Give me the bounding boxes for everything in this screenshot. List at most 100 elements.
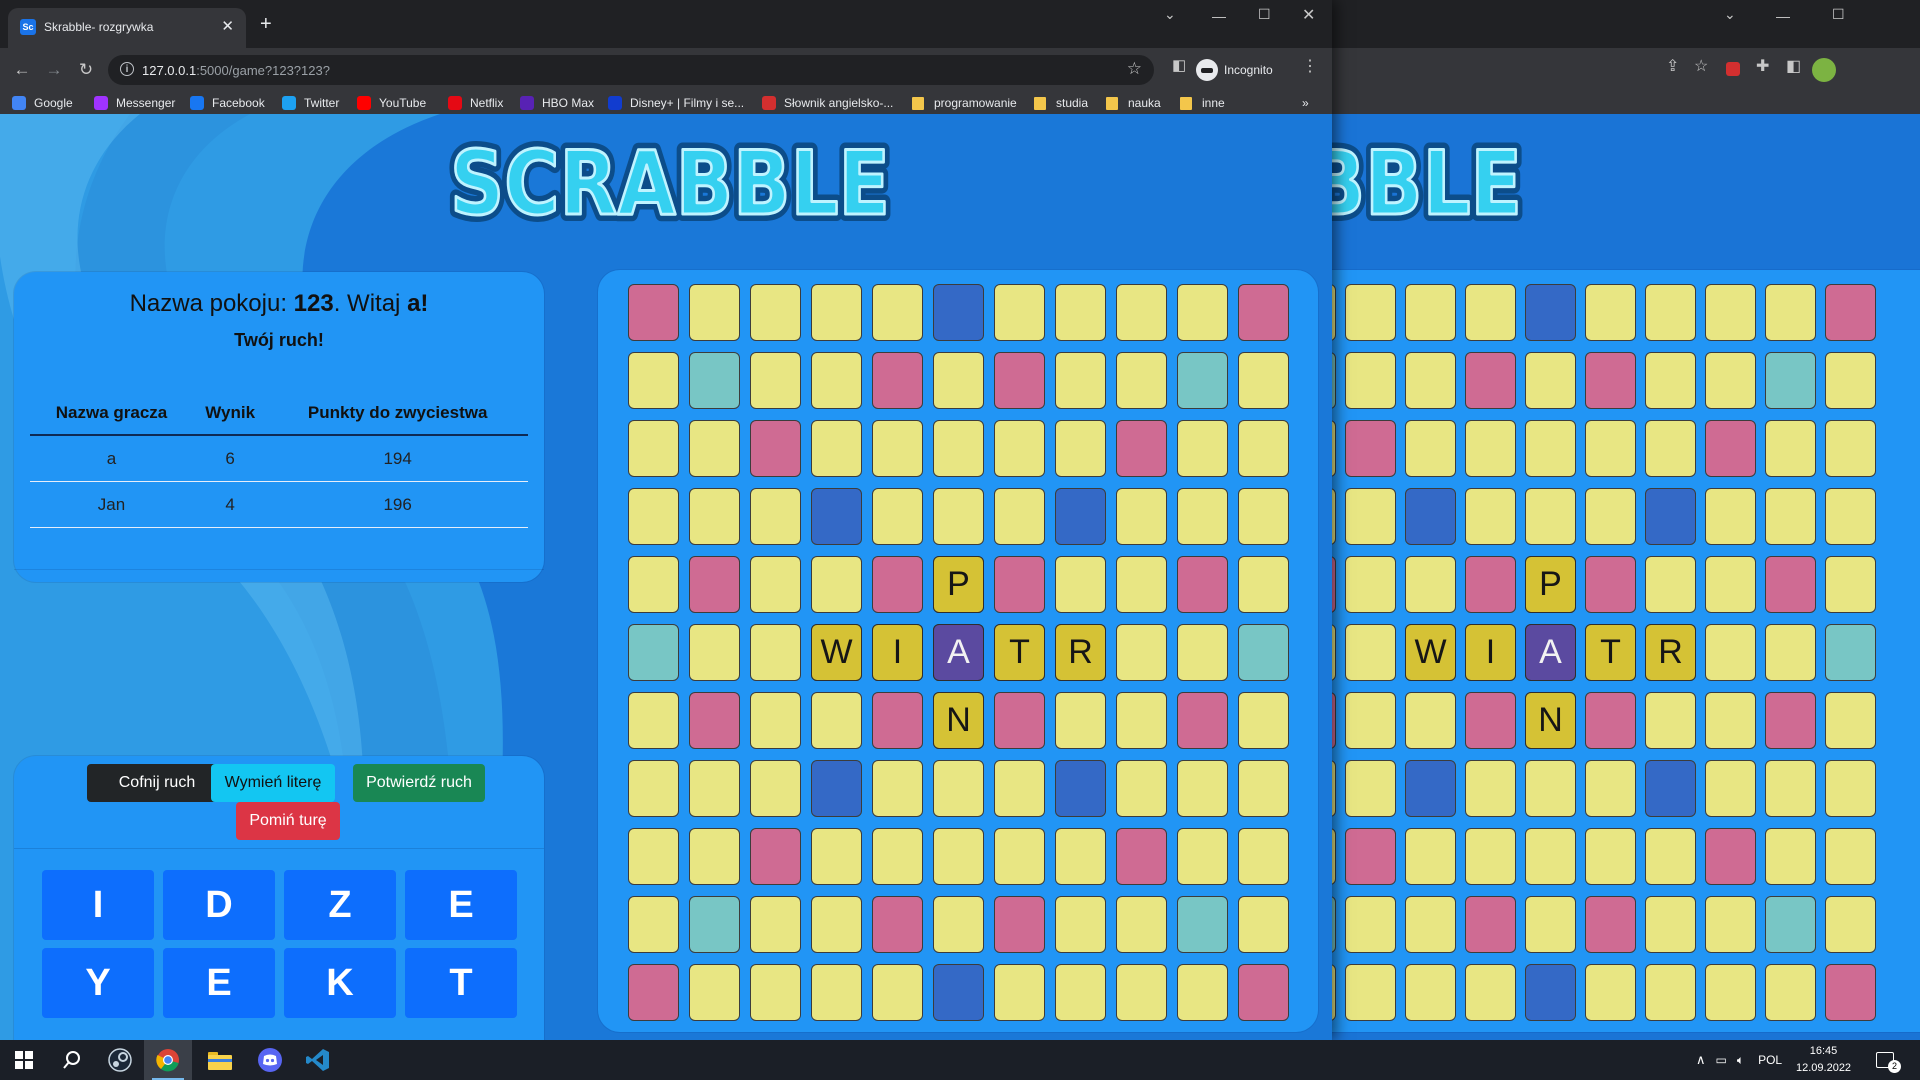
board-cell[interactable]	[1405, 692, 1456, 749]
board-cell[interactable]	[1177, 692, 1228, 749]
incognito-indicator[interactable]: Incognito	[1196, 56, 1273, 84]
board-cell[interactable]	[689, 556, 740, 613]
board-cell[interactable]	[1525, 828, 1576, 885]
search-icon[interactable]	[48, 1040, 96, 1080]
board-cell[interactable]	[1345, 964, 1396, 1021]
board-cell[interactable]	[1116, 352, 1167, 409]
board-cell[interactable]	[628, 352, 679, 409]
board-cell[interactable]	[1705, 420, 1756, 477]
board-cell[interactable]	[1705, 284, 1756, 341]
new-tab-icon[interactable]: +	[260, 14, 272, 34]
board-cell[interactable]	[1465, 692, 1516, 749]
board-cell[interactable]	[933, 284, 984, 341]
board-cell[interactable]	[1055, 692, 1106, 749]
board-cell[interactable]	[1238, 692, 1289, 749]
placed-tile[interactable]: I	[872, 624, 923, 681]
bookmark-4[interactable]: YouTube	[357, 92, 426, 114]
side-panel-icon[interactable]: ◧	[1172, 56, 1186, 74]
board-cell[interactable]	[1825, 488, 1876, 545]
board-cell[interactable]	[1345, 420, 1396, 477]
profile-avatar[interactable]	[1812, 58, 1836, 82]
board-cell[interactable]	[1525, 964, 1576, 1021]
board-cell[interactable]	[1405, 352, 1456, 409]
board-cell[interactable]	[628, 760, 679, 817]
board-cell[interactable]	[1405, 828, 1456, 885]
board-cell[interactable]	[628, 828, 679, 885]
board-cell[interactable]	[1645, 760, 1696, 817]
placed-tile[interactable]: W	[1405, 624, 1456, 681]
board-cell[interactable]	[628, 692, 679, 749]
board-cell[interactable]	[1345, 284, 1396, 341]
board-cell[interactable]	[1465, 284, 1516, 341]
board-cell[interactable]	[1465, 896, 1516, 953]
board-cell[interactable]	[1825, 420, 1876, 477]
board-cell[interactable]	[933, 488, 984, 545]
board-cell[interactable]	[1238, 828, 1289, 885]
board-cell[interactable]	[1116, 760, 1167, 817]
board-cell[interactable]	[994, 488, 1045, 545]
background-browser-window[interactable]: ⌄ — ☐ ⇪ ☆ ✚ ◧ Filmy i se...Słownik angie…	[1332, 0, 1920, 1040]
rack-tile[interactable]: Y	[42, 948, 154, 1018]
board-cell[interactable]	[1332, 828, 1336, 885]
bookmark-6[interactable]: HBO Max	[520, 92, 594, 114]
board-cell[interactable]	[1765, 760, 1816, 817]
board-cell[interactable]	[1645, 692, 1696, 749]
board-cell[interactable]	[1177, 284, 1228, 341]
board-cell[interactable]	[750, 964, 801, 1021]
board-cell[interactable]	[1345, 488, 1396, 545]
board-cell[interactable]	[872, 284, 923, 341]
board-cell[interactable]	[1645, 896, 1696, 953]
board-cell[interactable]	[1116, 964, 1167, 1021]
bookmark-2[interactable]: Facebook	[190, 92, 265, 114]
board-cell[interactable]	[1177, 624, 1228, 681]
bookmark-9[interactable]: programowanie	[912, 92, 1017, 114]
board-cell[interactable]	[933, 352, 984, 409]
placed-tile[interactable]: R	[1645, 624, 1696, 681]
address-bar[interactable]: i 127.0.0.1:5000/game?123?123? ☆	[108, 55, 1154, 85]
board-cell[interactable]	[628, 284, 679, 341]
board-cell[interactable]	[1055, 964, 1106, 1021]
board-cell[interactable]	[872, 352, 923, 409]
board-cell[interactable]	[1825, 284, 1876, 341]
board-cell[interactable]	[1345, 692, 1396, 749]
board-cell[interactable]	[750, 760, 801, 817]
board-cell[interactable]	[1705, 556, 1756, 613]
board-cell[interactable]	[689, 896, 740, 953]
board-cell[interactable]	[1238, 760, 1289, 817]
board-cell[interactable]	[1238, 624, 1289, 681]
board-cell[interactable]	[1645, 556, 1696, 613]
board-cell[interactable]	[811, 828, 862, 885]
board-cell[interactable]	[811, 420, 862, 477]
board-cell[interactable]	[1645, 488, 1696, 545]
board-cell[interactable]	[750, 284, 801, 341]
board-cell[interactable]	[933, 760, 984, 817]
board-cell[interactable]	[994, 284, 1045, 341]
windows-start-icon[interactable]	[0, 1040, 48, 1080]
board-cell[interactable]	[1765, 828, 1816, 885]
discord-icon[interactable]	[246, 1040, 294, 1080]
board-cell[interactable]	[811, 964, 862, 1021]
board-cell[interactable]	[689, 964, 740, 1021]
board-cell[interactable]	[1585, 828, 1636, 885]
board-cell[interactable]	[872, 556, 923, 613]
board-cell[interactable]	[1116, 692, 1167, 749]
board-cell[interactable]	[1238, 556, 1289, 613]
placed-tile[interactable]: A	[933, 624, 984, 681]
board-cell[interactable]	[1055, 896, 1106, 953]
back-arrow-icon[interactable]: ←	[10, 58, 34, 82]
skip-turn-button[interactable]: Pomiń turę	[236, 802, 340, 840]
board-cell[interactable]	[872, 420, 923, 477]
board-cell[interactable]	[1465, 420, 1516, 477]
browser-window[interactable]: Sc Skrabble- rozgrywka ✕ + ⌄ — ☐ ✕ ← → ↻…	[0, 0, 1332, 1040]
vscode-icon[interactable]	[294, 1040, 342, 1080]
board-cell[interactable]	[1825, 828, 1876, 885]
board-cell[interactable]	[1765, 624, 1816, 681]
board-cell[interactable]	[1177, 352, 1228, 409]
board-cell[interactable]	[1332, 284, 1336, 341]
board-cell[interactable]	[1405, 760, 1456, 817]
board-cell[interactable]	[1585, 352, 1636, 409]
placed-tile[interactable]: N	[1525, 692, 1576, 749]
board-cell[interactable]	[1525, 420, 1576, 477]
minimize-icon[interactable]: —	[1776, 8, 1790, 24]
board-cell[interactable]	[1705, 828, 1756, 885]
